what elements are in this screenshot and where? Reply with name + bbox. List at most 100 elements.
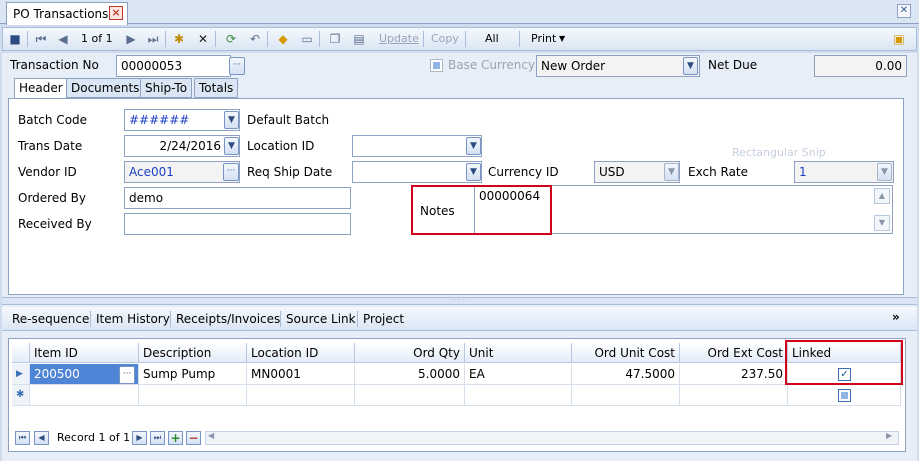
save-icon[interactable]: ■ (7, 31, 23, 47)
close-tab-icon[interactable]: × (109, 6, 123, 20)
source-link-link[interactable]: Source Link (286, 312, 356, 326)
update-button[interactable]: Update (379, 32, 419, 45)
new-row-unit[interactable] (465, 385, 572, 406)
first-record-icon[interactable]: ⏮ (33, 31, 49, 47)
scroll-left-icon[interactable]: ◀ (208, 431, 214, 440)
vendor-lookup-icon[interactable]: ··· (223, 163, 239, 181)
new-row-linked-checkbox[interactable] (838, 389, 851, 402)
order-status-select[interactable]: New Order (536, 55, 700, 77)
receipts-invoices-link[interactable]: Receipts/Invoices (176, 312, 280, 326)
record-position: 1 of 1 (81, 32, 113, 45)
chevron-down-icon[interactable]: ▼ (466, 163, 481, 181)
req-ship-date-label: Req Ship Date (247, 165, 333, 179)
item-history-link[interactable]: Item History (96, 312, 170, 326)
refresh-icon[interactable]: ⟳ (223, 31, 239, 47)
undo-icon[interactable]: ↶ (247, 31, 263, 47)
current-row-icon[interactable]: ▶ (12, 364, 30, 385)
new-row-description[interactable] (139, 385, 247, 406)
nav-first-icon[interactable]: ⏮ (15, 431, 30, 445)
nav-next-icon[interactable]: ▶ (132, 431, 147, 445)
print-button[interactable]: Print (531, 32, 556, 45)
net-due-label: Net Due (708, 58, 758, 72)
scroll-down-icon[interactable]: ▼ (874, 215, 890, 231)
tab-totals[interactable]: Totals (194, 78, 239, 98)
row-1-location-id[interactable]: MN0001 (247, 364, 355, 385)
base-currency-checkbox[interactable] (430, 59, 443, 72)
batch-code-field[interactable]: ###### (124, 109, 240, 131)
line-items-grid: Item ID Description Location ID Ord Qty … (8, 338, 906, 452)
req-ship-date-field[interactable] (352, 161, 482, 183)
snip-ghost-text: Rectangular Snip (732, 146, 826, 159)
scroll-up-icon[interactable]: ▲ (874, 188, 890, 204)
link-separator (357, 311, 358, 327)
tab-header[interactable]: Header (14, 78, 68, 100)
panel-splitter[interactable]: · · · · · (2, 297, 917, 305)
tab-po-transactions[interactable]: PO Transactions × (6, 2, 128, 25)
toolbar-separator (519, 31, 520, 47)
column-header-ord-unit-cost[interactable]: Ord Unit Cost (572, 343, 680, 363)
new-row-icon[interactable]: ✱ (12, 385, 30, 406)
tab-ship-to[interactable]: Ship-To (140, 78, 193, 98)
chevron-down-icon[interactable]: ▼ (877, 163, 892, 181)
location-id-label: Location ID (247, 139, 315, 153)
row-1-ord-qty[interactable]: 5.0000 (355, 364, 465, 385)
transaction-lookup-icon[interactable]: ··· (229, 57, 245, 75)
delete-icon[interactable]: ✕ (195, 31, 211, 47)
find-icon[interactable]: ◆ (275, 31, 291, 47)
resequence-link[interactable]: Re-sequence (12, 312, 89, 326)
scroll-right-icon[interactable]: ▶ (886, 431, 892, 440)
chevron-down-icon[interactable]: ▼ (224, 137, 239, 155)
column-header-location-id[interactable]: Location ID (247, 343, 355, 363)
chevron-down-icon[interactable]: ▼ (224, 111, 239, 129)
remove-row-icon[interactable]: − (186, 431, 201, 445)
nav-last-icon[interactable]: ⏭ (150, 431, 165, 445)
chevron-down-icon[interactable]: ▼ (664, 163, 679, 181)
document-tabstrip (0, 0, 919, 24)
paste-icon[interactable]: ▤ (351, 31, 367, 47)
new-row-item-id[interactable] (30, 385, 139, 406)
row-1-description[interactable]: Sump Pump (139, 364, 247, 385)
received-by-label: Received By (18, 217, 92, 231)
ordered-by-field[interactable]: demo (124, 187, 351, 209)
item-lookup-icon[interactable]: ··· (119, 366, 135, 384)
close-window-icon[interactable]: ✕ (897, 4, 911, 18)
column-header-description[interactable]: Description (139, 343, 247, 363)
new-row-ord-unit-cost[interactable] (572, 385, 680, 406)
clear-filter-icon[interactable]: ▭ (299, 31, 315, 47)
all-button[interactable]: All (485, 32, 499, 45)
new-row-ord-qty[interactable] (355, 385, 465, 406)
column-header-unit[interactable]: Unit (465, 343, 572, 363)
row-1-unit[interactable]: EA (465, 364, 572, 385)
more-links-icon[interactable]: » (892, 310, 900, 324)
last-record-icon[interactable]: ⏭ (145, 31, 161, 47)
row-1-ord-unit-cost[interactable]: 47.5000 (572, 364, 680, 385)
transaction-no-field[interactable]: 00000053 (116, 55, 231, 77)
location-id-select[interactable] (352, 135, 482, 157)
column-header-ord-qty[interactable]: Ord Qty (355, 343, 465, 363)
new-record-icon[interactable]: ✱ (171, 31, 187, 47)
print-dropdown-icon[interactable]: ▼ (559, 34, 565, 43)
horizontal-scrollbar[interactable]: ◀ ▶ (205, 431, 899, 445)
chevron-down-icon[interactable]: ▼ (466, 137, 481, 155)
link-bar: Re-sequence Item History Receipts/Invoic… (2, 307, 917, 331)
toolbar: ■ ⏮ ◀ 1 of 1 ▶ ⏭ ✱ ✕ ⟳ ↶ ◆ ▭ ❐ ▤ Update … (2, 27, 917, 51)
new-row-location-id[interactable] (247, 385, 355, 406)
next-record-icon[interactable]: ▶ (123, 31, 139, 47)
copy-button[interactable]: Copy (431, 32, 459, 45)
tab-documents[interactable]: Documents (66, 78, 145, 98)
previous-record-icon[interactable]: ◀ (55, 31, 71, 47)
default-batch-label: Default Batch (247, 113, 330, 127)
project-link[interactable]: Project (363, 312, 404, 326)
copy-icon[interactable]: ❐ (327, 31, 343, 47)
nav-previous-icon[interactable]: ◀ (34, 431, 49, 445)
received-by-field[interactable] (124, 213, 351, 235)
new-row-ord-ext-cost[interactable] (680, 385, 788, 406)
trans-date-field[interactable]: 2/24/2016 (124, 135, 240, 157)
base-currency-label: Base Currency (448, 58, 536, 72)
chevron-down-icon[interactable]: ▼ (683, 57, 698, 75)
add-row-icon[interactable]: + (168, 431, 183, 445)
column-header-item-id[interactable]: Item ID (30, 343, 139, 363)
column-header-ord-ext-cost[interactable]: Ord Ext Cost (680, 343, 788, 363)
row-1-ord-ext-cost[interactable]: 237.50 (680, 364, 788, 385)
note-icon[interactable]: ▣ (891, 31, 907, 47)
